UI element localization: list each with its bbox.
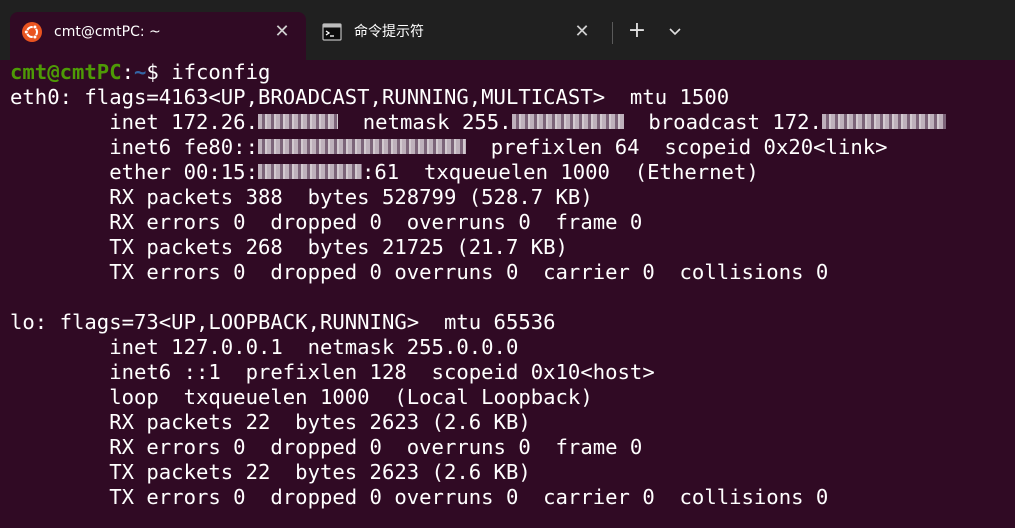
eth0-inet6: inet6 fe80:: prefixlen 64 scopeid 0x20<l… xyxy=(10,135,1010,160)
lo-tx-errors: TX errors 0 dropped 0 overruns 0 carrier… xyxy=(10,485,829,509)
tab-command-prompt[interactable]: 命令提示符 ✕ xyxy=(310,12,606,60)
prompt-command: ifconfig xyxy=(171,60,271,84)
tab-ubuntu-terminal[interactable]: cmt@cmtPC: ~ ✕ xyxy=(10,12,306,60)
eth0-tx-packets: TX packets 268 bytes 21725 (21.7 KB) xyxy=(10,235,568,259)
redacted-blur xyxy=(821,113,946,129)
tab-separator xyxy=(612,22,613,44)
eth0-inet: inet 172.26. netmask 255. broadcast 172. xyxy=(10,110,1010,135)
eth0-rx-packets: RX packets 388 bytes 528799 (528.7 KB) xyxy=(10,185,593,209)
tab-label: cmt@cmtPC: ~ xyxy=(54,24,161,40)
redacted-blur xyxy=(257,113,338,129)
prompt-path: ~ xyxy=(134,60,147,84)
ubuntu-icon xyxy=(22,22,42,42)
title-bar: cmt@cmtPC: ~ ✕ 命令提示符 ✕ + xyxy=(0,0,1015,60)
eth0-broadcast-text: broadcast 172. xyxy=(623,110,822,134)
lo-loop: loop txqueuelen 1000 (Local Loopback) xyxy=(10,385,593,409)
redacted-blur xyxy=(257,163,362,179)
eth0-ether-rest: :61 txqueuelen 1000 (Ethernet) xyxy=(361,160,759,184)
redacted-blur xyxy=(511,113,624,129)
redacted-blur xyxy=(257,138,466,154)
eth0-header: eth0: flags=4163<UP,BROADCAST,RUNNING,MU… xyxy=(10,85,730,109)
eth0-tx-errors: TX errors 0 dropped 0 overruns 0 carrier… xyxy=(10,260,829,284)
cmd-icon xyxy=(322,23,342,41)
close-icon[interactable]: ✕ xyxy=(272,22,292,42)
eth0-rx-errors: RX errors 0 dropped 0 overruns 0 frame 0 xyxy=(10,210,643,234)
eth0-inet-text: inet 172.26. xyxy=(10,110,258,134)
eth0-ether-text: ether 00:15: xyxy=(10,160,258,184)
chevron-down-icon[interactable] xyxy=(664,20,686,42)
eth0-inet6-text: inet6 fe80:: xyxy=(10,135,258,159)
new-tab-button[interactable]: + xyxy=(624,18,650,44)
prompt-user-host: cmt@cmtPC xyxy=(10,60,122,84)
prompt-colon: : xyxy=(121,60,134,84)
lo-tx-packets: TX packets 22 bytes 2623 (2.6 KB) xyxy=(10,460,531,484)
lo-inet: inet 127.0.0.1 netmask 255.0.0.0 xyxy=(10,335,519,359)
tab-label: 命令提示符 xyxy=(354,24,424,40)
terminal-output[interactable]: cmt@cmtPC:~$ ifconfig eth0: flags=4163<U… xyxy=(10,60,1010,526)
lo-header: lo: flags=73<UP,LOOPBACK,RUNNING> mtu 65… xyxy=(10,310,556,334)
prompt-line: cmt@cmtPC:~$ ifconfig xyxy=(10,60,1010,85)
eth0-inet6-rest: prefixlen 64 scopeid 0x20<link> xyxy=(465,135,888,159)
lo-inet6: inet6 ::1 prefixlen 128 scopeid 0x10<hos… xyxy=(10,360,655,384)
eth0-ether: ether 00:15: :61 txqueuelen 1000 (Etherne… xyxy=(10,160,1010,185)
lo-rx-errors: RX errors 0 dropped 0 overruns 0 frame 0 xyxy=(10,435,643,459)
lo-rx-packets: RX packets 22 bytes 2623 (2.6 KB) xyxy=(10,410,531,434)
prompt-dollar: $ xyxy=(146,60,172,84)
close-icon[interactable]: ✕ xyxy=(572,22,592,42)
eth0-netmask-text: netmask 255. xyxy=(337,110,512,134)
